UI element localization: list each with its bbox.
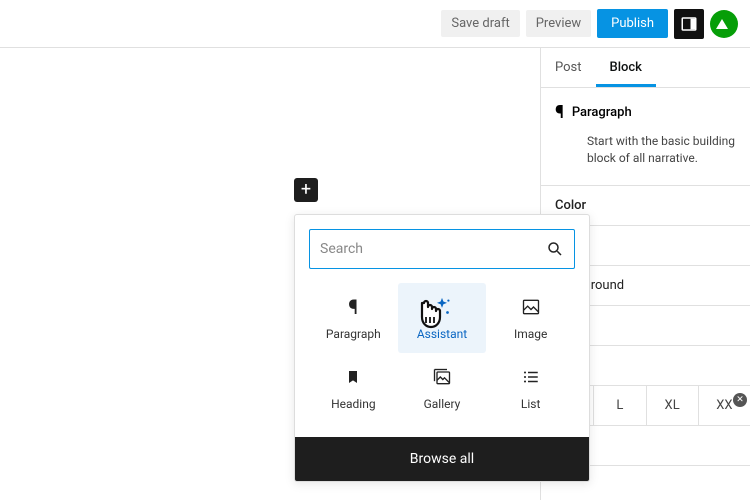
tab-block[interactable]: Block <box>596 48 656 87</box>
sparkle-icon <box>431 295 453 319</box>
add-block-button[interactable]: + <box>294 178 318 202</box>
block-label: Image <box>514 327 547 341</box>
block-label: List <box>521 397 541 411</box>
gallery-icon <box>431 365 453 389</box>
bookmark-icon <box>345 365 361 389</box>
jetpack-icon[interactable] <box>710 10 738 38</box>
paragraph-icon: ¶ <box>348 295 358 319</box>
block-paragraph[interactable]: ¶ Paragraph <box>309 283 398 353</box>
block-ai-assistant[interactable]: Assistant <box>398 283 487 353</box>
block-description: Start with the basic building block of a… <box>587 133 736 167</box>
image-icon <box>520 295 542 319</box>
block-grid: ¶ Paragraph Assistant Image Heading Ga <box>295 283 589 437</box>
editor-topbar: Save draft Preview Publish <box>0 0 750 48</box>
block-inserter-popover: ¶ Paragraph Assistant Image Heading Ga <box>294 214 590 482</box>
block-label: Heading <box>331 397 376 411</box>
plus-icon: + <box>301 181 311 199</box>
search-box <box>309 229 575 269</box>
block-image[interactable]: Image <box>486 283 575 353</box>
tab-post[interactable]: Post <box>541 48 596 87</box>
list-icon <box>521 365 541 389</box>
paragraph-icon: ¶ <box>555 102 564 123</box>
save-draft-button[interactable]: Save draft <box>441 10 519 37</box>
browse-all-button[interactable]: Browse all <box>295 437 589 481</box>
block-list[interactable]: List <box>486 353 575 423</box>
sidebar-tabs: Post Block <box>541 48 750 88</box>
size-l[interactable]: L <box>593 386 645 426</box>
block-gallery[interactable]: Gallery <box>398 353 487 423</box>
search-icon <box>546 240 564 258</box>
sidebar-layout-icon <box>680 15 698 33</box>
block-info-panel: ¶ Paragraph Start with the basic buildin… <box>541 88 750 186</box>
publish-button[interactable]: Publish <box>597 9 668 38</box>
block-heading[interactable]: Heading <box>309 353 398 423</box>
block-label: Gallery <box>424 397 461 411</box>
block-label: Assistant <box>417 327 467 341</box>
close-icon[interactable]: ✕ <box>733 393 747 407</box>
block-search-input[interactable] <box>320 241 546 257</box>
size-xl[interactable]: XL <box>646 386 698 426</box>
block-label: Paragraph <box>326 327 381 341</box>
block-title: Paragraph <box>572 105 632 120</box>
settings-panel-toggle[interactable] <box>674 9 704 39</box>
preview-button[interactable]: Preview <box>526 10 591 37</box>
